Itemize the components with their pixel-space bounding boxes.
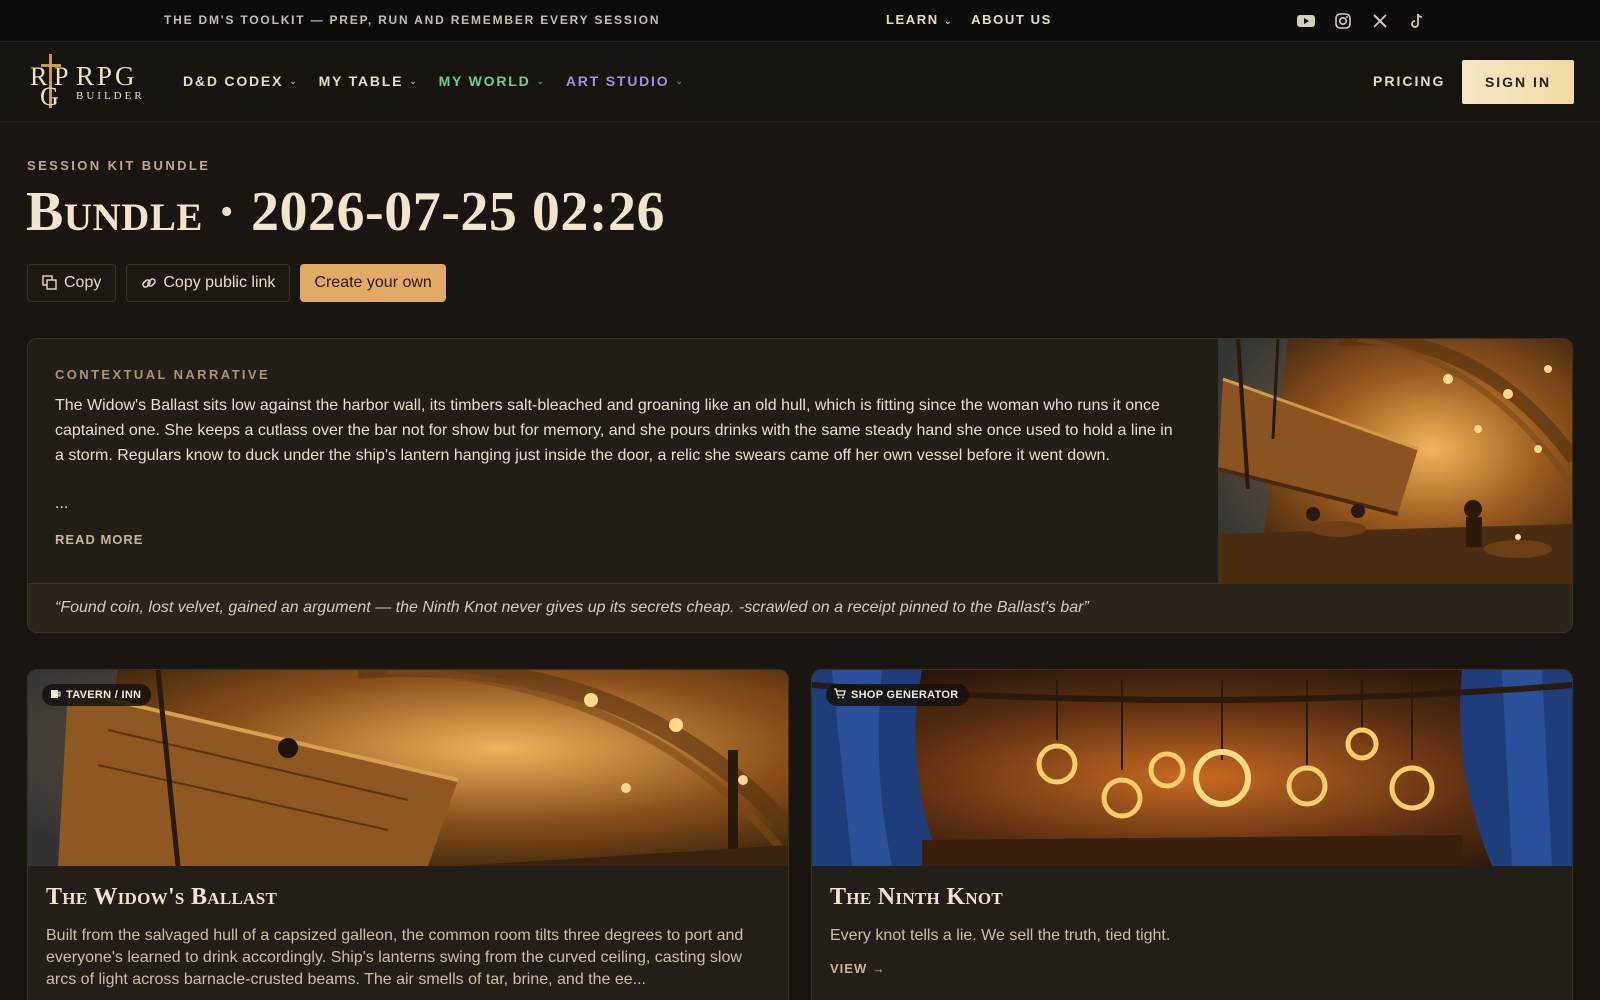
- nav-item-label: MY WORLD: [438, 73, 531, 89]
- chevron-down-icon: ⌄: [675, 75, 685, 86]
- card-title: The Widow's Ballast: [46, 884, 278, 910]
- logo-monogram: R P G: [30, 52, 72, 112]
- social-links: [1296, 11, 1427, 31]
- copy-public-link-button[interactable]: Copy public link: [126, 264, 291, 302]
- narrative-text: The Widow's Ballast sits low against the…: [55, 397, 1173, 464]
- page-title: Bundle · 2026-07-25 02:26: [26, 181, 665, 243]
- create-your-own-button[interactable]: Create your own: [300, 264, 446, 302]
- card-description: Every knot tells a lie. We sell the trut…: [830, 927, 1171, 944]
- nav-item-label: D&D CODEX: [183, 73, 284, 89]
- nav-item-art-studio[interactable]: ART STUDIO ⌄: [566, 73, 685, 89]
- top-bar: THE DM'S TOOLKIT — PREP, RUN AND REMEMBE…: [0, 0, 1600, 42]
- rpg-builder-logo[interactable]: R P G RPG BUILDER: [30, 52, 145, 112]
- card-description: Built from the salvaged hull of a capsiz…: [46, 927, 744, 988]
- chevron-down-icon: ⌄: [289, 75, 299, 86]
- view-link[interactable]: VIEW →: [830, 961, 886, 976]
- link-icon: [141, 275, 157, 291]
- nav-item-label: ART STUDIO: [565, 73, 670, 89]
- main-nav: R P G RPG BUILDER D&D CODEX ⌄ MY TABLE ⌄ M…: [0, 42, 1600, 122]
- nav-item-my-table[interactable]: MY TABLE ⌄: [319, 73, 419, 89]
- logo-letter-g: G: [40, 82, 59, 111]
- nav-item-label: MY TABLE: [318, 73, 404, 89]
- contextual-narrative-card: CONTEXTUAL NARRATIVE The Widow's Ballast…: [27, 338, 1573, 633]
- sign-in-button[interactable]: SIGN IN: [1462, 60, 1574, 104]
- shop-card[interactable]: SHOP GENERATOR The Ninth Knot Every knot…: [811, 669, 1573, 1000]
- narrative-label: CONTEXTUAL NARRATIVE: [55, 367, 271, 382]
- narrative-quote: “Found coin, lost velvet, gained an argu…: [28, 583, 1572, 632]
- badge-label: SHOP GENERATOR: [851, 689, 959, 701]
- copy-public-link-label: Copy public link: [163, 274, 276, 291]
- bundle-actions: Copy Copy public link Create your own: [27, 264, 446, 302]
- copy-button[interactable]: Copy: [27, 264, 117, 302]
- narrative-ellipsis: ...: [55, 495, 69, 512]
- instagram-icon[interactable]: [1333, 11, 1353, 31]
- learn-label: LEARN: [886, 12, 939, 27]
- tiktok-icon[interactable]: [1407, 11, 1427, 31]
- chevron-down-icon: ⌄: [536, 75, 546, 86]
- tavern-inn-badge: TAVERN / INN: [42, 684, 152, 706]
- nav-item-dnd-codex[interactable]: D&D CODEX ⌄: [183, 73, 299, 89]
- read-more-link[interactable]: READ MORE: [55, 532, 143, 547]
- shop-generator-badge: SHOP GENERATOR: [826, 684, 969, 706]
- nav-item-my-world[interactable]: MY WORLD ⌄: [439, 73, 546, 89]
- site-tagline: THE DM'S TOOLKIT — PREP, RUN AND REMEMBE…: [164, 13, 661, 27]
- beer-mug-icon: [50, 688, 61, 702]
- cart-icon: [834, 688, 846, 702]
- nav-menu: D&D CODEX ⌄ MY TABLE ⌄ MY WORLD ⌄ ART STUDI…: [183, 73, 685, 89]
- chevron-down-icon: ⌄: [409, 75, 419, 86]
- chevron-down-icon: ⌄: [944, 16, 954, 26]
- x-icon[interactable]: [1370, 11, 1390, 31]
- logo-word-rpg: RPG: [76, 60, 138, 91]
- tavern-card[interactable]: TAVERN / INN The Widow's Ballast Built f…: [27, 669, 789, 1000]
- logo-wordmark: RPG BUILDER: [76, 60, 145, 102]
- card-title: The Ninth Knot: [830, 884, 1004, 910]
- tavern-ship-illustration: [1218, 339, 1572, 583]
- about-us-link[interactable]: ABOUT US: [971, 12, 1052, 27]
- learn-link[interactable]: LEARN ⌄: [886, 12, 953, 27]
- copy-icon: [42, 275, 58, 291]
- page-kicker: SESSION KIT BUNDLE: [27, 158, 211, 173]
- copy-label: Copy: [64, 274, 102, 291]
- youtube-icon[interactable]: [1296, 11, 1316, 31]
- logo-word-builder: BUILDER: [76, 89, 145, 102]
- pricing-link[interactable]: PRICING: [1373, 73, 1445, 89]
- top-links: LEARN ⌄ ABOUT US: [886, 12, 1052, 27]
- badge-label: TAVERN / INN: [66, 689, 142, 701]
